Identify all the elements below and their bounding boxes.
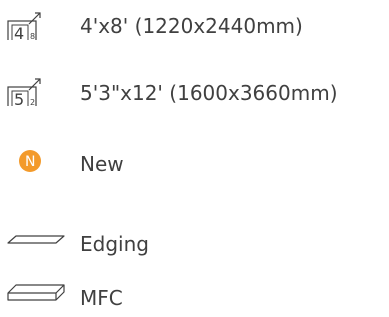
sheet-size-subscript: 8 (30, 32, 35, 40)
edging-strip-icon (7, 235, 65, 244)
sheet-size-4x8-icon: 4 8 (7, 12, 41, 40)
legend: 4 8 4'x8' (1220x2440mm) 5 2 5'3"x12' (16… (0, 0, 389, 317)
sheet-size-5x12-icon: 5 2 (7, 78, 41, 106)
legend-label-5x12: 5'3"x12' (1600x3660mm) (80, 81, 338, 105)
legend-item-4x8: 4 8 4'x8' (1220x2440mm) (0, 0, 389, 40)
legend-item-5x12: 5 2 5'3"x12' (1600x3660mm) (0, 66, 389, 106)
legend-label-edging: Edging (80, 232, 149, 256)
legend-label-new: New (80, 152, 124, 176)
new-badge-icon: N (19, 150, 41, 172)
mfc-board-icon (7, 284, 65, 301)
legend-label-mfc: MFC (80, 286, 123, 310)
legend-item-edging: Edging (0, 219, 389, 259)
new-badge-letter: N (25, 154, 35, 170)
sheet-size-subscript: 2 (30, 98, 35, 106)
legend-item-new: N New (0, 137, 389, 177)
legend-item-mfc: MFC (0, 271, 389, 311)
sheet-size-number: 5 (14, 90, 24, 106)
legend-label-4x8: 4'x8' (1220x2440mm) (80, 14, 303, 38)
sheet-size-number: 4 (14, 24, 24, 40)
